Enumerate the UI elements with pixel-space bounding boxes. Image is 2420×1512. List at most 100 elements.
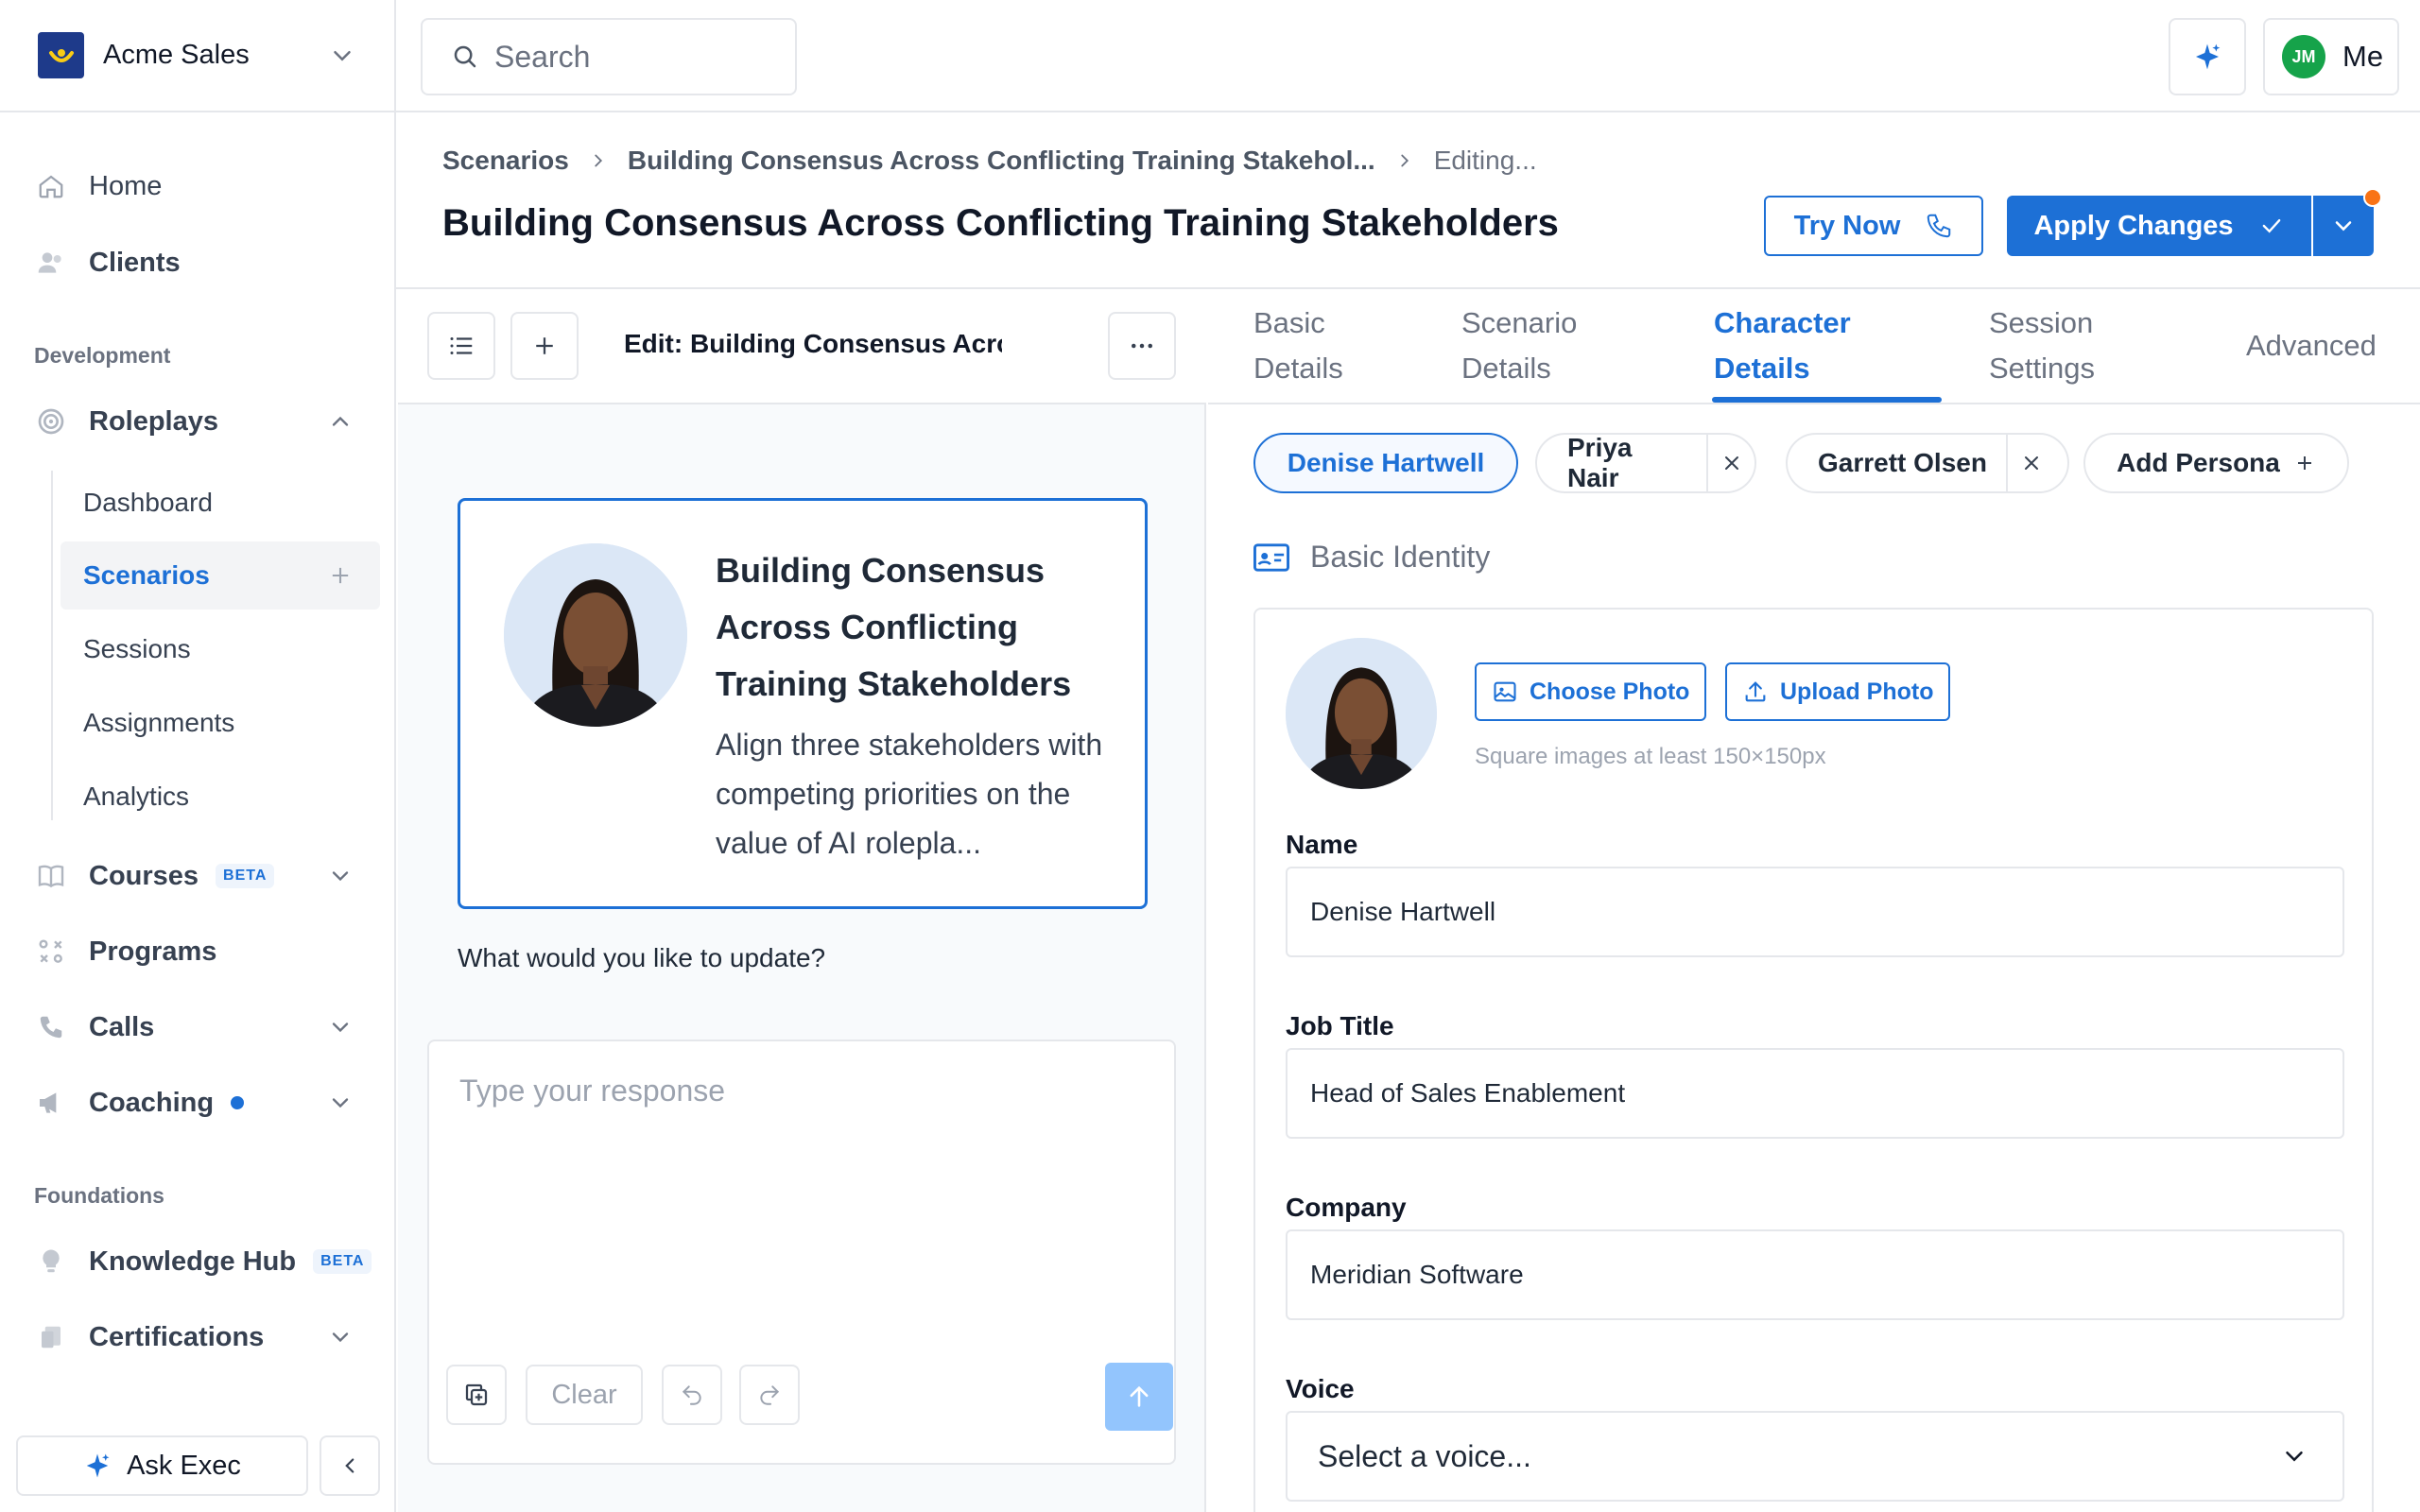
- persona-chip-active[interactable]: Denise Hartwell: [1253, 433, 1518, 493]
- voice-select-value: Select a voice...: [1318, 1438, 1531, 1473]
- tab-advanced[interactable]: Advanced: [2246, 323, 2377, 369]
- add-scenario-icon[interactable]: [327, 562, 354, 589]
- company-label: Company: [1286, 1193, 1407, 1222]
- ask-exec-button[interactable]: Ask Exec: [16, 1435, 308, 1496]
- undo-icon: [682, 1385, 701, 1405]
- sidebar-subitem-dashboard[interactable]: Dashboard: [60, 469, 380, 537]
- user-menu-button[interactable]: JM Me: [2263, 18, 2399, 95]
- sidebar-item-clients[interactable]: Clients: [34, 234, 380, 291]
- book-icon: [34, 859, 68, 893]
- sidebar-item-coaching[interactable]: Coaching: [34, 1074, 380, 1131]
- search-box[interactable]: [421, 18, 797, 95]
- sidebar-subitem-scenarios[interactable]: Scenarios: [60, 541, 380, 610]
- composer: Clear: [427, 1040, 1176, 1465]
- job-title-field[interactable]: [1286, 1048, 2344, 1139]
- more-options-button[interactable]: [1108, 312, 1176, 380]
- choose-photo-button[interactable]: Choose Photo: [1475, 662, 1707, 721]
- chevron-down-icon: [334, 50, 351, 61]
- send-button[interactable]: [1105, 1363, 1173, 1431]
- section-title: Basic Identity: [1310, 540, 1491, 574]
- redo-icon: [760, 1385, 780, 1405]
- image-icon: [1494, 681, 1516, 702]
- sidebar-subitem-sessions[interactable]: Sessions: [60, 615, 380, 683]
- try-now-button[interactable]: Try Now: [1764, 196, 1983, 256]
- target-icon: [34, 404, 68, 438]
- lightbulb-icon: [34, 1245, 68, 1279]
- breadcrumb-scenarios[interactable]: Scenarios: [442, 146, 569, 176]
- attach-button[interactable]: [446, 1365, 507, 1425]
- add-persona-button[interactable]: Add Persona: [2083, 433, 2349, 493]
- ask-exec-label: Ask Exec: [127, 1450, 241, 1481]
- tab-session-settings[interactable]: Session Settings: [1989, 301, 2095, 391]
- apply-changes-button[interactable]: Apply Changes: [2007, 196, 2311, 256]
- active-tab-indicator: [1712, 397, 1942, 403]
- ai-assistant-button[interactable]: [2169, 18, 2246, 95]
- subitem-label: Sessions: [83, 634, 191, 663]
- assistant-question: What would you like to update?: [458, 943, 826, 972]
- subitem-label: Scenarios: [83, 560, 210, 590]
- org-switcher[interactable]: Acme Sales: [0, 0, 394, 112]
- breadcrumb-scenario[interactable]: Building Consensus Across Conflicting Tr…: [628, 146, 1375, 176]
- subitem-label: Assignments: [83, 708, 235, 737]
- sidebar-subitem-assignments[interactable]: Assignments: [60, 689, 380, 757]
- persona-chip[interactable]: Priya Nair: [1535, 433, 1756, 493]
- chevron-down-icon: [2335, 221, 2352, 232]
- apply-options-button[interactable]: [2313, 196, 2374, 256]
- unsaved-indicator: [2363, 188, 2382, 207]
- beta-badge: BETA: [216, 864, 275, 888]
- close-icon: [1724, 456, 1738, 470]
- sidebar-item-programs[interactable]: Programs: [34, 923, 380, 980]
- list-icon: [450, 337, 473, 354]
- tab-scenario-details[interactable]: Scenario Details: [1461, 301, 1577, 391]
- editor-toolbar: Edit: Building Consensus Across Co: [398, 289, 1206, 404]
- sidebar-item-certifications[interactable]: Certifications: [34, 1309, 380, 1366]
- persona-photo: [504, 543, 687, 727]
- sidebar-item-calls[interactable]: Calls: [34, 999, 380, 1056]
- name-field[interactable]: [1286, 867, 2344, 957]
- company-field[interactable]: [1286, 1229, 2344, 1320]
- megaphone-icon: [34, 1086, 68, 1120]
- photo-hint: Square images at least 150×150px: [1475, 744, 1826, 769]
- tab-label: Session: [1989, 306, 2094, 339]
- section-label-development: Development: [34, 343, 171, 368]
- clients-icon: [34, 246, 68, 280]
- persona-chip[interactable]: Garrett Olsen: [1786, 433, 2069, 493]
- arrow-up-icon: [1130, 1385, 1149, 1407]
- sidebar-item-home[interactable]: Home: [34, 158, 380, 215]
- response-input[interactable]: [459, 1074, 1140, 1319]
- remove-persona-button[interactable]: [1708, 452, 1754, 474]
- subitem-label: Analytics: [83, 782, 190, 811]
- tab-label: Basic: [1253, 306, 1325, 339]
- voice-select[interactable]: Select a voice...: [1286, 1411, 2344, 1502]
- apply-changes-label: Apply Changes: [2033, 210, 2234, 241]
- sparkle-icon: [2196, 43, 2221, 70]
- upload-photo-button[interactable]: Upload Photo: [1725, 662, 1951, 721]
- sidebar-item-label: Clients: [89, 247, 181, 278]
- sidebar: Acme Sales Home Clients Development Role…: [0, 0, 396, 1512]
- chevron-down-icon: [332, 1098, 349, 1108]
- copy-add-icon: [465, 1383, 488, 1406]
- persona-photo: [1286, 638, 1437, 789]
- undo-button[interactable]: [662, 1365, 722, 1425]
- sidebar-item-courses[interactable]: Courses BETA: [34, 848, 380, 904]
- subnav-rail: [51, 471, 53, 820]
- list-view-button[interactable]: [427, 312, 495, 380]
- tab-character-details[interactable]: Character Details: [1714, 301, 1851, 391]
- clear-button[interactable]: Clear: [526, 1365, 643, 1425]
- identity-card: Choose Photo Upload Photo Square images …: [1253, 608, 2374, 1512]
- scenario-card[interactable]: Building Consensus Across Conflicting Tr…: [458, 498, 1148, 909]
- redo-button[interactable]: [739, 1365, 800, 1425]
- sidebar-item-roleplays[interactable]: Roleplays: [34, 393, 380, 450]
- breadcrumb-current: Editing...: [1433, 146, 1537, 175]
- tab-basic-details[interactable]: Basic Details: [1253, 301, 1343, 391]
- sidebar-item-knowledge-hub[interactable]: Knowledge Hub BETA: [34, 1233, 380, 1290]
- search-icon: [454, 45, 476, 68]
- collapse-sidebar-button[interactable]: [320, 1435, 380, 1496]
- persona-chip-label: Denise Hartwell: [1287, 448, 1485, 477]
- search-input[interactable]: [494, 39, 778, 75]
- chevron-down-icon: [332, 871, 349, 882]
- remove-persona-button[interactable]: [2008, 452, 2055, 474]
- chevron-right-icon: [595, 154, 602, 167]
- sidebar-subitem-analytics[interactable]: Analytics: [60, 763, 380, 831]
- new-chat-button[interactable]: [510, 312, 579, 380]
